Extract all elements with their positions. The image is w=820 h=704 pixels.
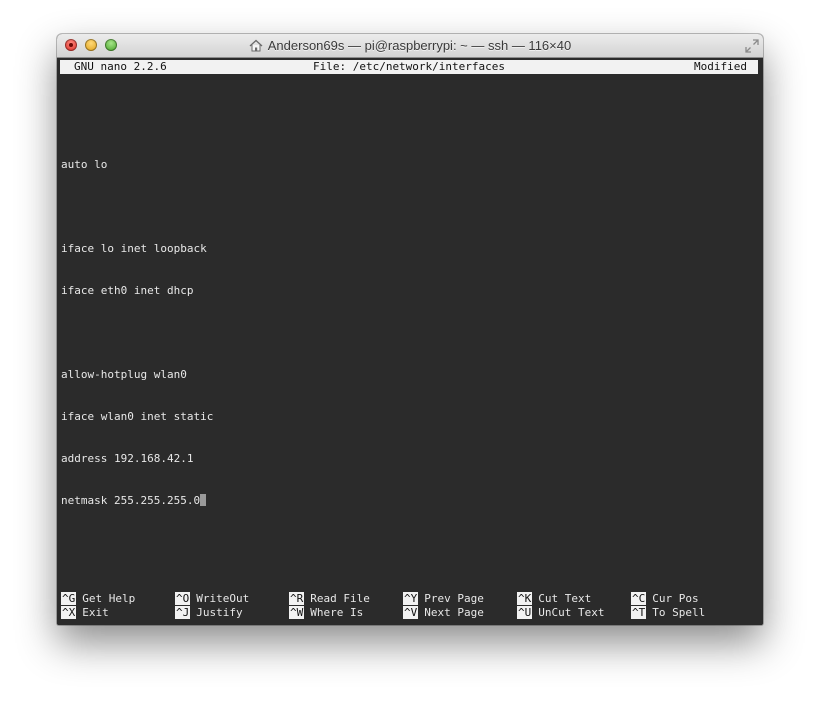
editor-area[interactable]: auto lo iface lo inet loopback iface eth… — [61, 88, 213, 536]
window-title-group: Anderson69s — pi@raspberrypi: ~ — ssh — … — [57, 34, 763, 57]
text-cursor — [200, 494, 207, 506]
shortcut-row: ^X Exit ^J Justify ^W Where Is ^V Next Page … — [61, 606, 761, 620]
shortcut-label: UnCut Text — [538, 606, 605, 619]
editor-line: allow-hotplug wlan0 — [61, 368, 187, 381]
shortcut-label: Justify — [196, 606, 243, 619]
title-bar[interactable]: Anderson69s — pi@raspberrypi: ~ — ssh — … — [57, 34, 763, 58]
shortcut-label: Read File — [310, 592, 370, 605]
shortcut-writeout[interactable]: ^O WriteOut — [175, 592, 249, 606]
shortcut-key: ^V — [403, 606, 419, 619]
shortcut-label: Prev Page — [424, 592, 484, 605]
nano-modified-status: Modified — [694, 60, 747, 73]
shortcut-justify[interactable]: ^J Justify — [175, 606, 243, 620]
shortcut-label: Cur Pos — [652, 592, 699, 605]
editor-line: address 192.168.42.1 — [61, 452, 194, 465]
shortcut-key: ^K — [517, 592, 533, 605]
shortcut-exit[interactable]: ^X Exit — [61, 606, 109, 620]
nano-file-name: File: /etc/network/interfaces — [312, 60, 506, 73]
window-title: Anderson69s — pi@raspberrypi: ~ — ssh — … — [267, 38, 572, 53]
shortcut-key: ^G — [61, 592, 77, 605]
shortcut-key: ^U — [517, 606, 533, 619]
editor-line: auto lo — [61, 158, 108, 171]
editor-line-text: netmask 255.255.255.0 — [61, 494, 201, 507]
home-icon — [249, 39, 263, 52]
fullscreen-icon[interactable] — [745, 39, 759, 53]
shortcut-key: ^O — [175, 592, 191, 605]
shortcut-key: ^W — [289, 606, 305, 619]
shortcut-key: ^T — [631, 606, 647, 619]
shortcut-where-is[interactable]: ^W Where Is — [289, 606, 363, 620]
editor-line: iface lo inet loopback — [61, 242, 207, 255]
shortcut-label: Next Page — [424, 606, 484, 619]
shortcut-to-spell[interactable]: ^T To Spell — [631, 606, 705, 620]
shortcut-label: Where Is — [310, 606, 364, 619]
shortcut-key: ^Y — [403, 592, 419, 605]
shortcut-label: Get Help — [82, 592, 136, 605]
terminal-content[interactable]: GNU nano 2.2.6 File: /etc/network/interf… — [57, 58, 763, 625]
shortcut-uncut-text[interactable]: ^U UnCut Text — [517, 606, 604, 620]
shortcut-cut-text[interactable]: ^K Cut Text — [517, 592, 591, 606]
shortcut-row: ^G Get Help ^O WriteOut ^R Read File ^Y Prev… — [61, 592, 761, 606]
editor-line: iface eth0 inet dhcp — [61, 284, 194, 297]
shortcut-key: ^J — [175, 606, 191, 619]
shortcut-next-page[interactable]: ^V Next Page — [403, 606, 484, 620]
shortcut-label: Cut Text — [538, 592, 592, 605]
shortcut-label: WriteOut — [196, 592, 250, 605]
shortcut-prev-page[interactable]: ^Y Prev Page — [403, 592, 484, 606]
shortcut-key: ^X — [61, 606, 77, 619]
editor-line-current: netmask 255.255.255.0 — [61, 494, 213, 508]
shortcut-read-file[interactable]: ^R Read File — [289, 592, 370, 606]
shortcut-label: To Spell — [652, 606, 706, 619]
shortcut-key: ^C — [631, 592, 647, 605]
shortcut-key: ^R — [289, 592, 305, 605]
shortcut-get-help[interactable]: ^G Get Help — [61, 592, 135, 606]
terminal-window: Anderson69s — pi@raspberrypi: ~ — ssh — … — [57, 34, 763, 625]
shortcut-bar: ^G Get Help ^O WriteOut ^R Read File ^Y Prev… — [61, 592, 761, 620]
nano-header-bar: GNU nano 2.2.6 File: /etc/network/interf… — [60, 60, 758, 74]
shortcut-cur-pos[interactable]: ^C Cur Pos — [631, 592, 699, 606]
editor-line: iface wlan0 inet static — [61, 410, 214, 423]
shortcut-label: Exit — [82, 606, 109, 619]
